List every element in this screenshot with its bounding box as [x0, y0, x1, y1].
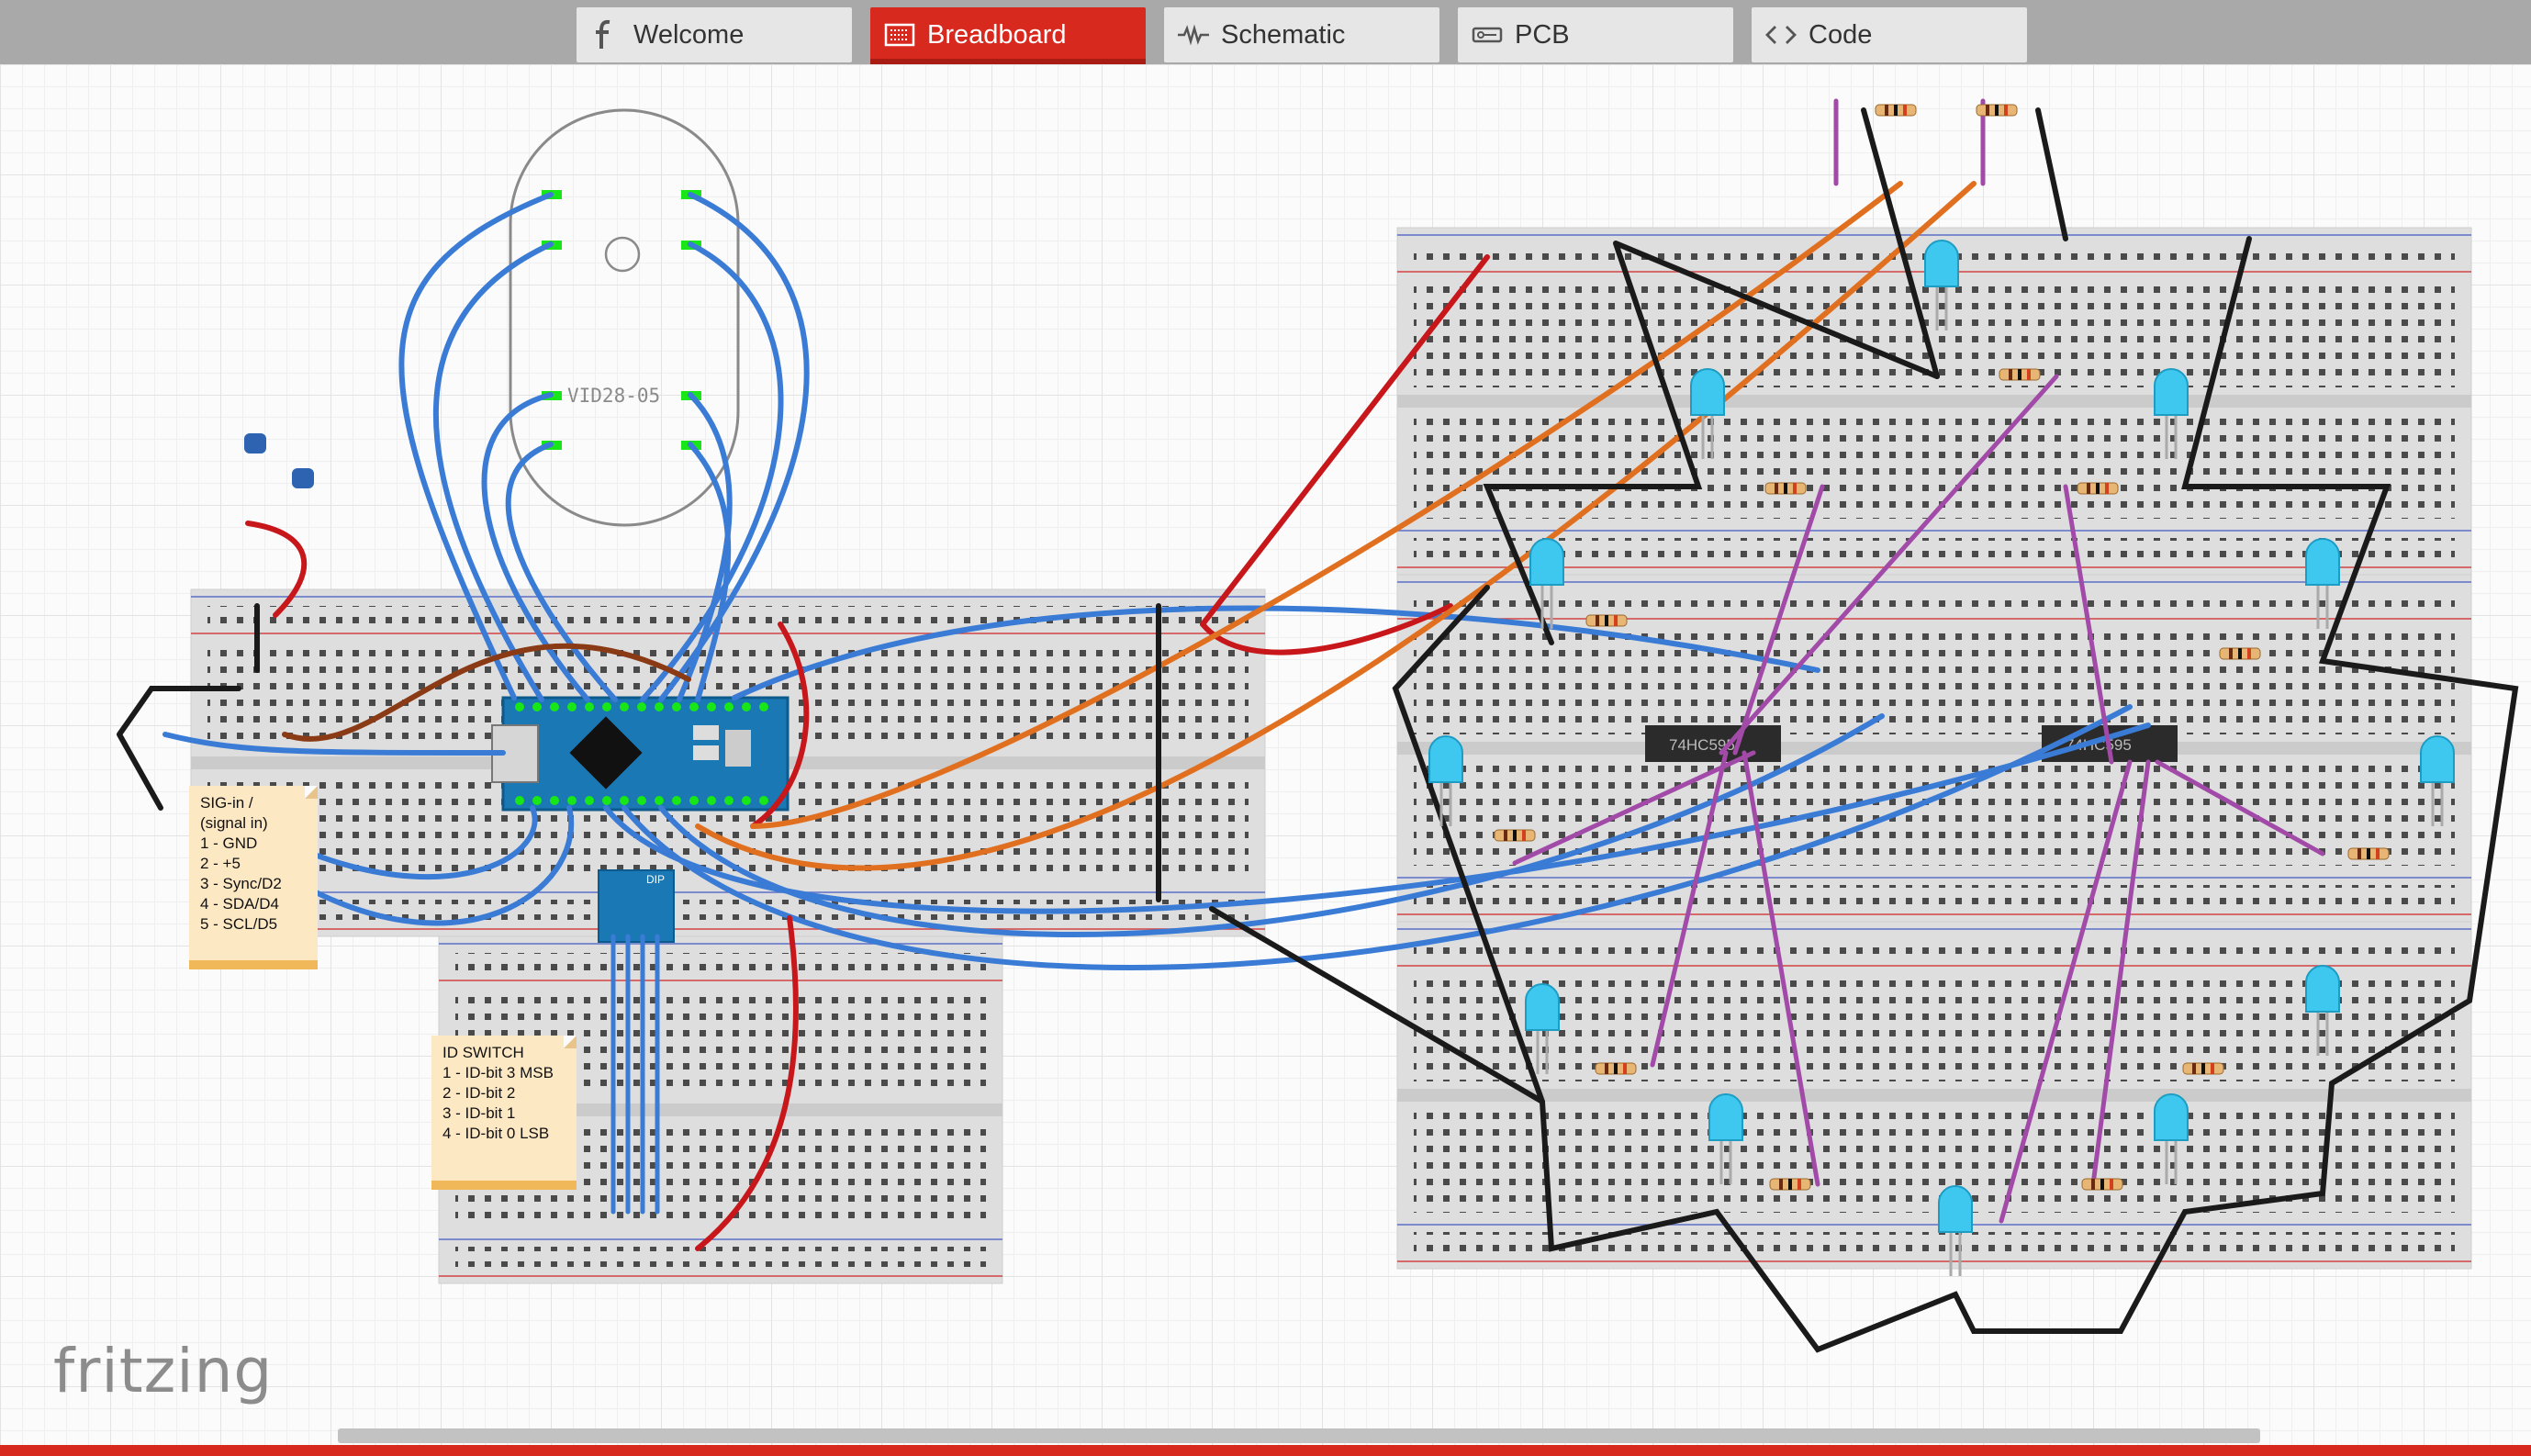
circuit-scene: VID28-05 DIP 74HC595 74HC595: [117, 98, 2519, 1353]
nano-pin: [689, 702, 699, 711]
nano-pin: [550, 702, 559, 711]
capacitor: [244, 433, 266, 454]
arduino-nano[interactable]: [491, 696, 790, 812]
note-signal-in[interactable]: SIG-in / (signal in) 1 - GND 2 - +5 3 - …: [189, 786, 318, 969]
nano-pin: [532, 796, 542, 805]
nano-pin: [707, 702, 716, 711]
bottom-accent-bar: [0, 1445, 2531, 1456]
nano-pin: [515, 702, 524, 711]
nano-pin: [724, 796, 734, 805]
dip-label: DIP: [646, 873, 665, 886]
note-line: 2 - +5: [200, 855, 241, 872]
nano-pin: [532, 702, 542, 711]
note-line: 3 - Sync/D2: [200, 875, 282, 892]
nano-pin: [742, 796, 751, 805]
code-icon: [1765, 26, 1797, 44]
note-line: 1 - ID-bit 3 MSB: [442, 1064, 554, 1081]
nano-pin: [637, 796, 646, 805]
nano-pin: [620, 702, 629, 711]
nano-pin: [602, 702, 611, 711]
nano-pin: [672, 796, 681, 805]
nano-pin: [655, 796, 664, 805]
note-line: 4 - ID-bit 0 LSB: [442, 1125, 550, 1142]
tab-schematic[interactable]: Schematic: [1164, 7, 1439, 62]
shift-register-left[interactable]: 74HC595: [1645, 725, 1781, 762]
nano-pin: [567, 702, 577, 711]
fritzing-f-icon: [596, 19, 610, 49]
resistor: [2081, 1178, 2123, 1191]
resistor: [1976, 104, 2018, 117]
nano-pin: [515, 796, 524, 805]
resistor: [2182, 1062, 2224, 1075]
note-line: 1 - GND: [200, 834, 258, 852]
note-line: 2 - ID-bit 2: [442, 1084, 516, 1102]
resistor: [2077, 482, 2119, 495]
tab-label-welcome: Welcome: [633, 19, 745, 50]
horizontal-scrollbar[interactable]: [338, 1428, 2260, 1443]
note-line: 3 - ID-bit 1: [442, 1104, 516, 1122]
nano-pin: [567, 796, 577, 805]
nano-pin: [620, 796, 629, 805]
tab-welcome[interactable]: Welcome: [577, 7, 852, 62]
resistor: [1585, 614, 1628, 627]
dip-switch[interactable]: DIP: [598, 869, 675, 943]
nano-pin: [759, 702, 768, 711]
nano-pin: [585, 702, 594, 711]
pcb-icon: [1472, 27, 1503, 43]
nano-pin: [585, 796, 594, 805]
nano-pin: [707, 796, 716, 805]
breadboard-icon: [884, 23, 915, 47]
breadboard-canvas[interactable]: VID28-05 DIP 74HC595 74HC595 SIG-in / (s…: [0, 64, 2531, 1445]
fritzing-logo: fritzing: [53, 1336, 274, 1406]
note-line: ID SWITCH: [442, 1044, 524, 1061]
resistor: [1595, 1062, 1637, 1075]
resistor: [1769, 1178, 1811, 1191]
note-id-switch[interactable]: ID SWITCH 1 - ID-bit 3 MSB 2 - ID-bit 2 …: [431, 1036, 577, 1190]
resistor: [1999, 368, 2041, 381]
resistor: [1875, 104, 1917, 117]
note-line: 4 - SDA/D4: [200, 895, 279, 913]
tab-label-pcb: PCB: [1515, 19, 1570, 50]
resistor: [2347, 847, 2390, 860]
note-line: 5 - SCL/D5: [200, 915, 278, 933]
nano-pin: [672, 702, 681, 711]
nano-pin: [550, 796, 559, 805]
nano-pin: [637, 702, 646, 711]
tab-label-code: Code: [1809, 19, 1873, 50]
motor-label: VID28-05: [567, 385, 660, 407]
capacitor: [292, 468, 314, 488]
nano-pin: [759, 796, 768, 805]
nano-pin: [602, 796, 611, 805]
note-line: (signal in): [200, 814, 268, 832]
resistor: [1764, 482, 1807, 495]
schematic-icon: [1178, 24, 1209, 46]
tab-breadboard[interactable]: Breadboard: [870, 7, 1146, 64]
note-line: SIG-in /: [200, 794, 253, 812]
tab-bar: Welcome Breadboard Schematic PCB Code: [0, 0, 2531, 64]
tab-label-schematic: Schematic: [1221, 19, 1346, 50]
tab-code[interactable]: Code: [1752, 7, 2027, 62]
nano-pin: [689, 796, 699, 805]
resistor: [1494, 829, 1536, 842]
nano-pin: [655, 702, 664, 711]
tab-pcb[interactable]: PCB: [1458, 7, 1733, 62]
tab-label-breadboard: Breadboard: [927, 19, 1067, 50]
nano-pin: [724, 702, 734, 711]
resistor: [2219, 647, 2261, 660]
nano-pin: [742, 702, 751, 711]
